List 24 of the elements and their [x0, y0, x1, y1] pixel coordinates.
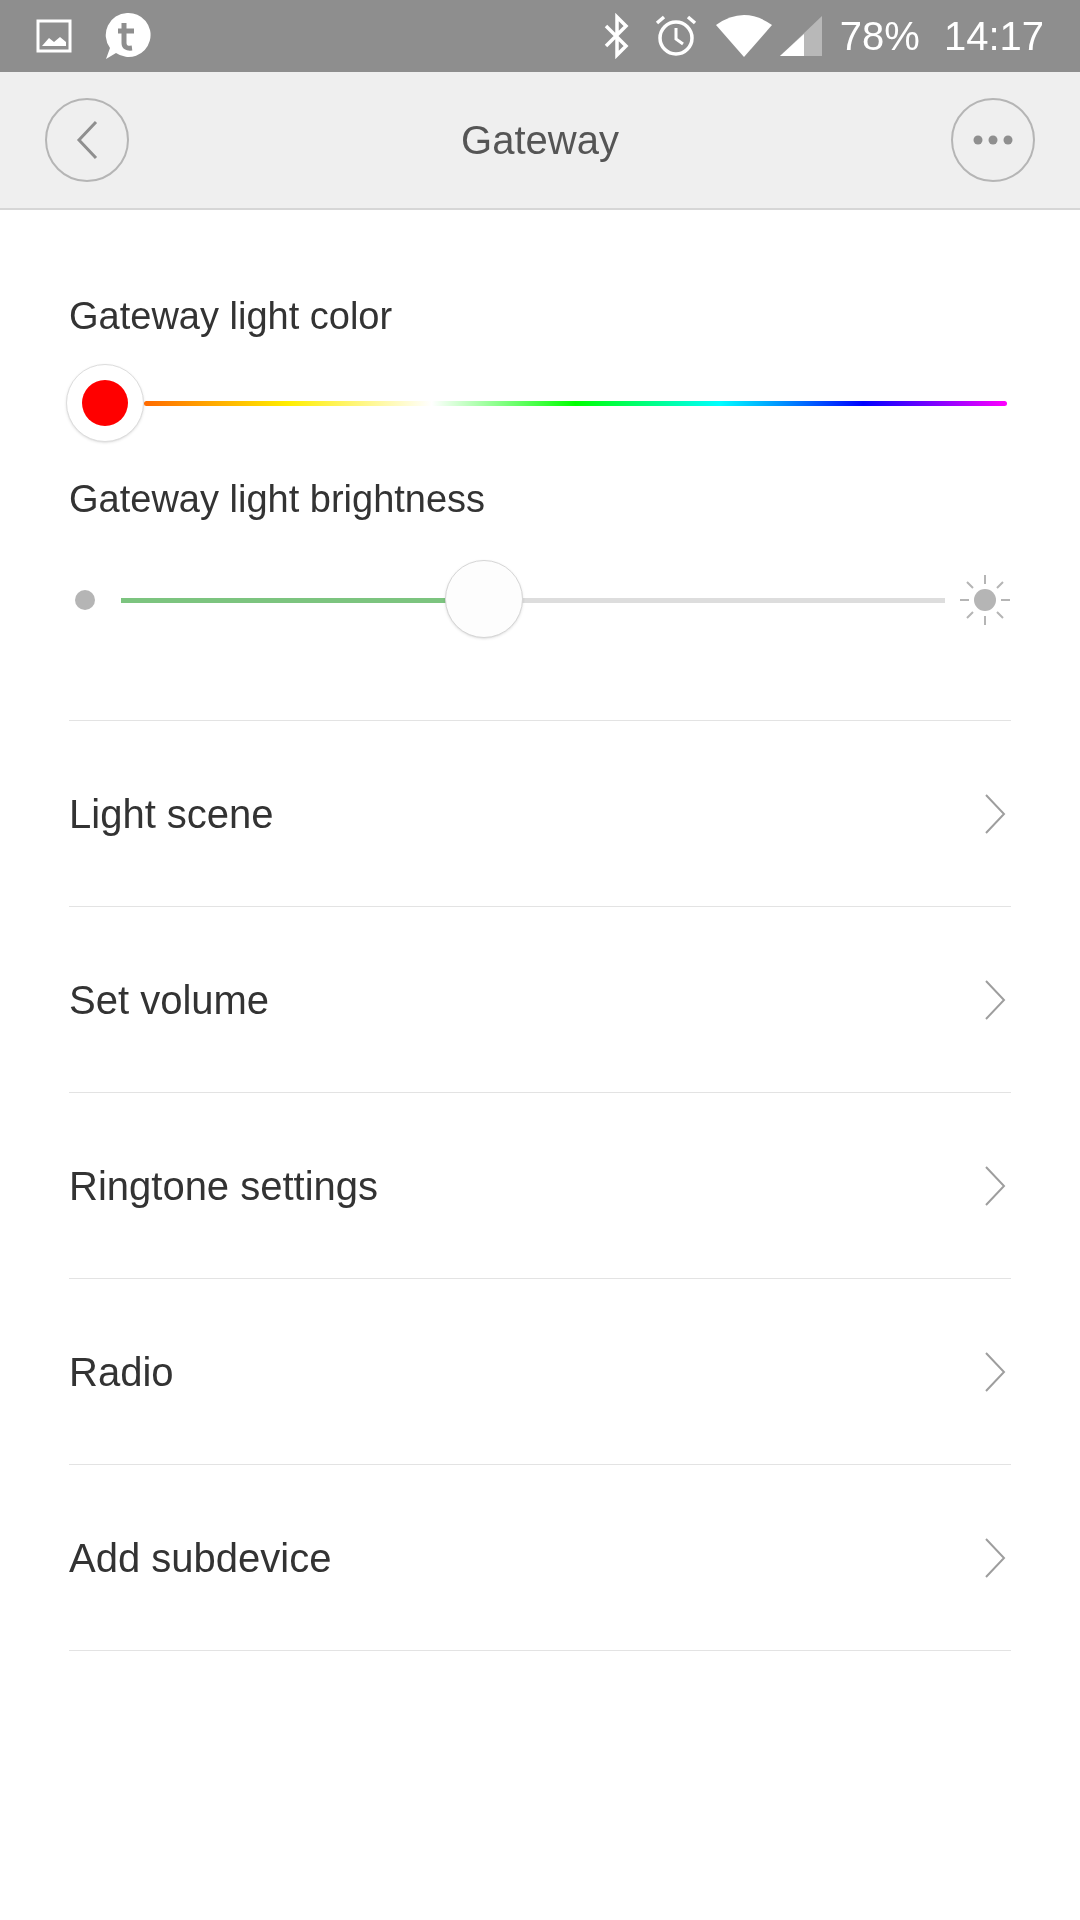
menu-item-label: Set volume [69, 976, 270, 1024]
back-icon [76, 120, 98, 160]
menu-item[interactable]: Ringtone settings [69, 1093, 1011, 1279]
battery-level: 78% [839, 13, 920, 60]
menu-item-label: Ringtone settings [69, 1162, 379, 1210]
back-button[interactable] [45, 98, 129, 182]
more-button[interactable] [951, 98, 1035, 182]
menu-item[interactable]: Add subdevice [69, 1465, 1011, 1651]
alarm-clock-icon [653, 14, 698, 58]
section-label: Gateway light color [69, 294, 394, 339]
menu-item[interactable]: Radio [69, 1279, 1011, 1465]
page-title: Gateway [460, 117, 620, 164]
menu-item-label: Add subdevice [69, 1534, 332, 1582]
image-icon [36, 19, 72, 53]
more-icon [973, 135, 1013, 145]
sun-icon [959, 574, 1011, 626]
menu-item[interactable]: Light scene [69, 721, 1011, 907]
menu-item-label: Radio [69, 1348, 174, 1396]
menu-item[interactable]: Set volume [69, 907, 1011, 1093]
menu-item-label: Light scene [69, 790, 274, 838]
dim-dot-icon [75, 590, 95, 610]
clock-time: 14:17 [943, 13, 1044, 60]
wifi-icon [715, 15, 772, 57]
section-label: Gateway light brightness [69, 477, 487, 522]
